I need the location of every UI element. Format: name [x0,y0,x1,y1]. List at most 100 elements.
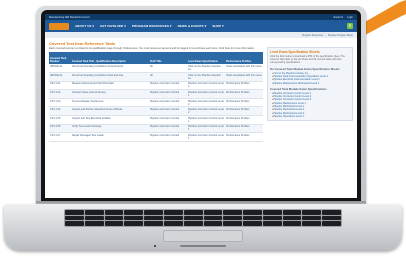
keyboard-key [65,221,84,226]
keyboard-key [302,210,322,215]
cell-task-title[interactable]: Inspect and Perform Electrical Tests of … [71,106,149,116]
site-tagline: Manufacturing Skill Standards Council [49,15,90,19]
laptop-base [4,204,402,250]
keyboard-key [183,210,203,215]
table-row: ABCDE-02 Abnormal Operating Conditions Fl… [49,72,263,82]
cell-profile-title: Pipeline Corrosion Control [149,106,187,116]
cell-task-title[interactable]: Test and Repair Interference [71,98,149,108]
keyboard-key [183,215,203,221]
cell-task-title[interactable]: Inspect and Test Electrical Isolation [71,115,149,125]
cell-performance-profiles[interactable]: Performance Profiles [225,81,263,91]
cell-task-title[interactable]: Repair Damaged Test Leads [71,132,149,142]
keyboard-key [163,215,183,221]
cell-performance-profiles[interactable]: Tasks associated with this name [225,64,263,74]
cell-profile-title: Pipeline Corrosion Control [149,89,187,99]
email-link[interactable]: Email Us [334,16,344,19]
sidebar-text: Click the links below to download a PDF … [270,55,345,65]
cell-task-number: ABCDE-01 [49,64,71,74]
cell-profile-title: Pipeline Corrosion Control [149,98,187,108]
table-row: CP1.1.04 Inspect and Perform Electrical T… [49,106,263,116]
keyboard-key [302,221,322,226]
column-header-level-exam: Level Exam Specification [187,52,225,65]
keyboard-key [144,215,163,221]
sidebar-link[interactable]: Pipeline Operations Level 1 [270,115,350,118]
cell-level-exam[interactable]: Pipeline Corrosion Control Level 1 [187,89,225,99]
cell-task-title[interactable]: Conduct Close Interval Survey [71,89,149,99]
keyboard-key [104,210,124,215]
cell-task-title[interactable]: Abnormal Operating Conditions General It… [71,64,149,74]
cell-task-title[interactable]: Verify Test Lead Continuity [71,124,149,134]
intro-text: Each covered test item is linked to its … [49,47,255,50]
nav-shop[interactable]: SHOP ▾ [212,24,223,28]
cell-profile-title: Pipeline Corrosion Control [149,132,187,142]
cell-performance-profiles[interactable]: Performance Profiles [225,124,263,134]
keyboard-key [104,221,124,226]
cell-profile-title: All [149,72,187,82]
keyboard-key [322,215,341,221]
keyboard-key [124,215,144,221]
keyboard-key [223,210,243,215]
keyboard-key [322,210,341,215]
cell-performance-profiles[interactable]: Performance Profiles [225,132,263,142]
keyboard-key [144,210,163,215]
table-row: CP1.1.06 Verify Test Lead Continuity Pipel… [49,124,263,134]
keyboard-key [65,210,84,215]
cell-performance-profiles[interactable]: Performance Profiles [225,89,263,99]
cell-performance-profiles[interactable]: Performance Profiles [225,115,263,125]
login-link[interactable]: Login [347,16,353,19]
breadcrumb-item-pipeline-menu[interactable]: Pipeline Program Menu [328,34,353,37]
cell-level-exam[interactable]: Pipeline Corrosion Control Level 1 [187,115,225,125]
cell-task-number: CP1.1.04 [49,106,71,116]
cell-task-title[interactable]: Abnormal Operating Conditions Fluid and … [71,72,149,82]
nav-get-involved[interactable]: GET INVOLVED ▾ [100,24,126,28]
keyboard-key [84,221,104,226]
sidebar-title: Level Exam Specification Sheets [270,50,320,54]
cell-task-title[interactable]: Measure Electrical and Soil Potentials [71,81,149,91]
column-header-performance-profiles: Performance Profiles [225,52,263,65]
cell-level-exam[interactable]: Pipeline Corrosion Control Level 1 [187,124,225,134]
cell-level-exam[interactable]: Click on the Pipeline Intention 1a [187,64,225,74]
cell-level-exam[interactable]: Click on the Pipeline Intention 1a [187,72,225,82]
keyboard-key [282,215,302,221]
power-indicator [154,245,156,247]
keyboard-key [302,215,322,221]
nav-about-us[interactable]: ABOUT US ▾ [75,24,94,28]
table-row: CP1.1.02 Conduct Close Interval Survey Pip… [49,89,263,99]
front-slot [180,245,226,247]
breadcrumb-item-program-resources[interactable]: Program Resources [302,34,323,37]
cell-performance-profiles[interactable]: Tasks associated with this name [225,72,263,82]
column-header-task-number: Covered Task Number [49,52,71,65]
sidebar-link[interactable]: Pipeline Maintenance Mechanical Level 1 [270,82,350,85]
cell-level-exam[interactable]: Pipeline Corrosion Control Level 2 [187,98,225,108]
keyboard-key [163,210,183,215]
site-logo[interactable] [49,22,69,30]
keyboard-key [262,210,282,215]
cell-task-number: CP1.1.01 [49,81,71,91]
cell-level-exam[interactable]: Pipeline Corrosion Control Level 1 [187,132,225,142]
keyboard-key [322,221,341,226]
cell-task-number: CP1.1.07 [49,132,71,142]
keyboard-key [203,210,223,215]
nav-program-resources[interactable]: PROGRAM RESOURCES ▾ [132,24,172,28]
cell-performance-profiles[interactable]: Performance Profiles [225,106,263,116]
sidebar-group1-title: On Covered Task Module Exam Specificatio… [270,66,340,71]
main-content: Covered Test Item Reference Table Each c… [49,41,263,142]
keyboard-key [203,215,223,221]
cell-profile-title: Pipeline Corrosion Control [149,124,187,134]
cell-performance-profiles[interactable]: Performance Profiles [225,98,263,108]
cell-profile-title: Pipeline Corrosion Control [149,81,187,91]
keyboard-key [282,221,302,226]
keyboard-key [243,210,262,215]
nav-news-events[interactable]: NEWS & EVENTS ▾ [178,24,207,28]
search-icon[interactable]: ⚲ [347,23,353,29]
cell-level-exam[interactable]: Pipeline Corrosion Control Level 1 [187,81,225,91]
cell-profile-title: All [149,64,187,74]
main-navigation: ABOUT US ▾ GET INVOLVED ▾ PROGRAM RESOUR… [45,20,357,32]
cell-level-exam[interactable]: Pipeline Corrosion Control Level 2 [187,106,225,116]
page-title: Covered Test Item Reference Table [49,41,116,46]
keyboard-key [262,221,282,226]
keyboard-key [243,221,262,226]
cell-task-number: CP1.1.05 [49,115,71,125]
laptop-screen: Manufacturing Skill Standards Council Em… [45,14,357,198]
keyboard-key [104,215,124,221]
